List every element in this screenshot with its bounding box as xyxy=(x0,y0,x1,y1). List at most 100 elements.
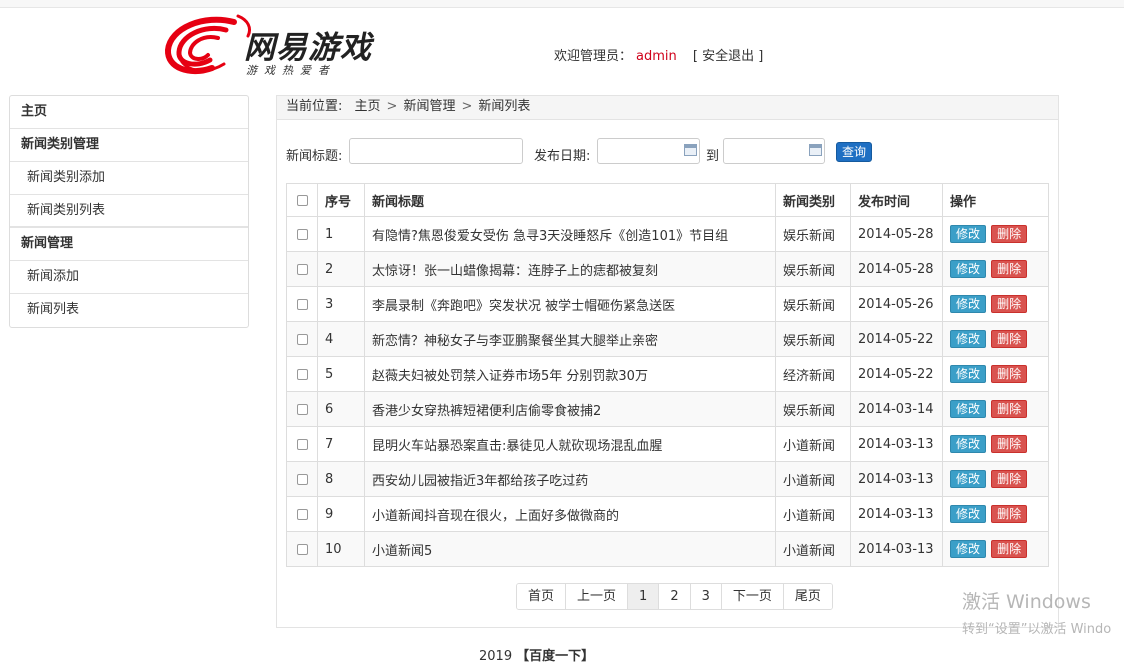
delete-button[interactable]: 删除 xyxy=(991,540,1028,558)
row-category: 娱乐新闻 xyxy=(775,391,851,427)
publish-date-label: 发布日期: xyxy=(534,149,591,164)
row-checkbox[interactable] xyxy=(296,368,308,380)
row-no: 10 xyxy=(317,531,365,567)
sidebar-item-news-list[interactable]: 新闻列表 xyxy=(10,294,248,327)
pager-next[interactable]: 下一页 xyxy=(721,584,784,609)
table-header-row: 序号 新闻标题 新闻类别 发布时间 操作 xyxy=(286,183,1049,217)
query-button[interactable]: 查询 xyxy=(836,142,872,162)
pager-page-2[interactable]: 2 xyxy=(659,584,691,609)
edit-button[interactable]: 修改 xyxy=(950,505,987,523)
row-title: 新恋情？神秘女子与李亚鹏聚餐坐其大腿举止亲密 xyxy=(364,321,776,357)
pager-page-3[interactable]: 3 xyxy=(690,584,722,609)
row-no: 5 xyxy=(317,356,365,392)
row-date: 2014-05-22 xyxy=(850,356,943,392)
edit-button[interactable]: 修改 xyxy=(950,330,987,348)
table-row: 5 赵薇夫妇被处罚禁入证券市场5年 分别罚款30万 经济新闻 2014-05-22 修改… xyxy=(286,356,1049,392)
pagination: 首页 上一页 1 2 3 下一页 尾页 xyxy=(516,583,833,610)
row-checkbox[interactable] xyxy=(296,473,308,485)
sidebar-item-news-add[interactable]: 新闻添加 xyxy=(10,261,248,294)
row-title: 小道新闻5 xyxy=(364,531,776,567)
calendar-icon[interactable] xyxy=(809,144,822,156)
logo-subtitle: 游戏热爱者 xyxy=(246,64,336,77)
edit-button[interactable]: 修改 xyxy=(950,400,987,418)
logo-text: 网易游戏 xyxy=(244,30,372,66)
row-checkbox[interactable] xyxy=(296,543,308,555)
select-all-checkbox[interactable] xyxy=(296,194,308,206)
delete-button[interactable]: 删除 xyxy=(991,330,1028,348)
sidebar-group-news[interactable]: 新闻管理 xyxy=(10,228,248,261)
pager-page-1[interactable]: 1 xyxy=(628,584,660,609)
breadcrumb-home[interactable]: 主页 xyxy=(355,99,381,114)
row-checkbox[interactable] xyxy=(296,403,308,415)
header-date: 发布时间 xyxy=(850,183,943,217)
delete-button[interactable]: 删除 xyxy=(991,225,1028,243)
footer-baidu-link[interactable]: 【百度一下】 xyxy=(516,649,594,664)
row-date: 2014-03-13 xyxy=(850,496,943,532)
row-category: 娱乐新闻 xyxy=(775,286,851,322)
breadcrumb-prefix: 当前位置: xyxy=(286,99,343,114)
row-title: 昆明火车站暴恐案直击:暴徒见人就砍现场混乱血腥 xyxy=(364,426,776,462)
calendar-icon[interactable] xyxy=(684,144,697,156)
row-title: 有隐情?焦恩俊爱女受伤 急寻3天没睡怒斥《创造101》节目组 xyxy=(364,216,776,252)
header-actions: 操作 xyxy=(942,183,1049,217)
delete-button[interactable]: 删除 xyxy=(991,435,1028,453)
row-date: 2014-03-13 xyxy=(850,426,943,462)
news-table: 序号 新闻标题 新闻类别 发布时间 操作 1 有隐情?焦恩俊爱女受伤 急寻3天没睡… xyxy=(286,183,1049,567)
row-category: 小道新闻 xyxy=(775,426,851,462)
breadcrumb-separator: > xyxy=(461,99,473,114)
row-date: 2014-05-22 xyxy=(850,321,943,357)
delete-button[interactable]: 删除 xyxy=(991,365,1028,383)
row-no: 4 xyxy=(317,321,365,357)
row-no: 2 xyxy=(317,251,365,287)
row-date: 2014-03-13 xyxy=(850,531,943,567)
row-date: 2014-05-28 xyxy=(850,251,943,287)
edit-button[interactable]: 修改 xyxy=(950,365,987,383)
row-checkbox[interactable] xyxy=(296,333,308,345)
header-category: 新闻类别 xyxy=(775,183,851,217)
table-row: 2 太惊讶！张一山蜡像揭幕：连脖子上的痣都被复刻 娱乐新闻 2014-05-28 修改 … xyxy=(286,251,1049,287)
admin-username: admin xyxy=(636,49,677,64)
edit-button[interactable]: 修改 xyxy=(950,540,987,558)
delete-button[interactable]: 删除 xyxy=(991,400,1028,418)
row-title: 小道新闻抖音现在很火，上面好多做微商的 xyxy=(364,496,776,532)
row-no: 3 xyxy=(317,286,365,322)
row-checkbox[interactable] xyxy=(296,508,308,520)
row-category: 小道新闻 xyxy=(775,496,851,532)
edit-button[interactable]: 修改 xyxy=(950,435,987,453)
row-checkbox[interactable] xyxy=(296,438,308,450)
table-row: 9 小道新闻抖音现在很火，上面好多做微商的 小道新闻 2014-03-13 修改 删除 xyxy=(286,496,1049,532)
row-title: 西安幼儿园被指近3年都给孩子吃过药 xyxy=(364,461,776,497)
table-row: 6 香港少女穿热裤短裙便利店偷零食被捕2 娱乐新闻 2014-03-14 修改 删除 xyxy=(286,391,1049,427)
row-checkbox[interactable] xyxy=(296,228,308,240)
sidebar-item-home[interactable]: 主页 xyxy=(10,96,248,129)
footer: 2019 【百度一下】 xyxy=(479,645,594,664)
row-checkbox[interactable] xyxy=(296,263,308,275)
pager-prev[interactable]: 上一页 xyxy=(566,584,629,609)
edit-button[interactable]: 修改 xyxy=(950,260,987,278)
delete-button[interactable]: 删除 xyxy=(991,470,1028,488)
delete-button[interactable]: 删除 xyxy=(991,260,1028,278)
row-category: 娱乐新闻 xyxy=(775,216,851,252)
sidebar-group-news-category[interactable]: 新闻类别管理 xyxy=(10,129,248,162)
delete-button[interactable]: 删除 xyxy=(991,505,1028,523)
edit-button[interactable]: 修改 xyxy=(950,470,987,488)
pager-first[interactable]: 首页 xyxy=(517,584,567,609)
row-category: 娱乐新闻 xyxy=(775,321,851,357)
breadcrumb-news-manage[interactable]: 新闻管理 xyxy=(403,99,455,114)
table-row: 3 李晨录制《奔跑吧》突发状况 被学士帽砸伤紧急送医 娱乐新闻 2014-05-26 修… xyxy=(286,286,1049,322)
delete-button[interactable]: 删除 xyxy=(991,295,1028,313)
news-title-input[interactable] xyxy=(349,138,523,164)
row-date: 2014-03-14 xyxy=(850,391,943,427)
edit-button[interactable]: 修改 xyxy=(950,225,987,243)
logout-link[interactable]: [ 安全退出 ] xyxy=(693,49,763,64)
row-checkbox[interactable] xyxy=(296,298,308,310)
row-no: 9 xyxy=(317,496,365,532)
pager-last[interactable]: 尾页 xyxy=(783,584,832,609)
sidebar-item-category-add[interactable]: 新闻类别添加 xyxy=(10,162,248,195)
edit-button[interactable]: 修改 xyxy=(950,295,987,313)
breadcrumb: 当前位置: 主页 > 新闻管理 > 新闻列表 xyxy=(277,96,1058,120)
sidebar-item-category-list[interactable]: 新闻类别列表 xyxy=(10,195,248,228)
news-title-label: 新闻标题: xyxy=(286,149,343,164)
breadcrumb-separator: > xyxy=(386,99,398,114)
header-title: 新闻标题 xyxy=(364,183,776,217)
